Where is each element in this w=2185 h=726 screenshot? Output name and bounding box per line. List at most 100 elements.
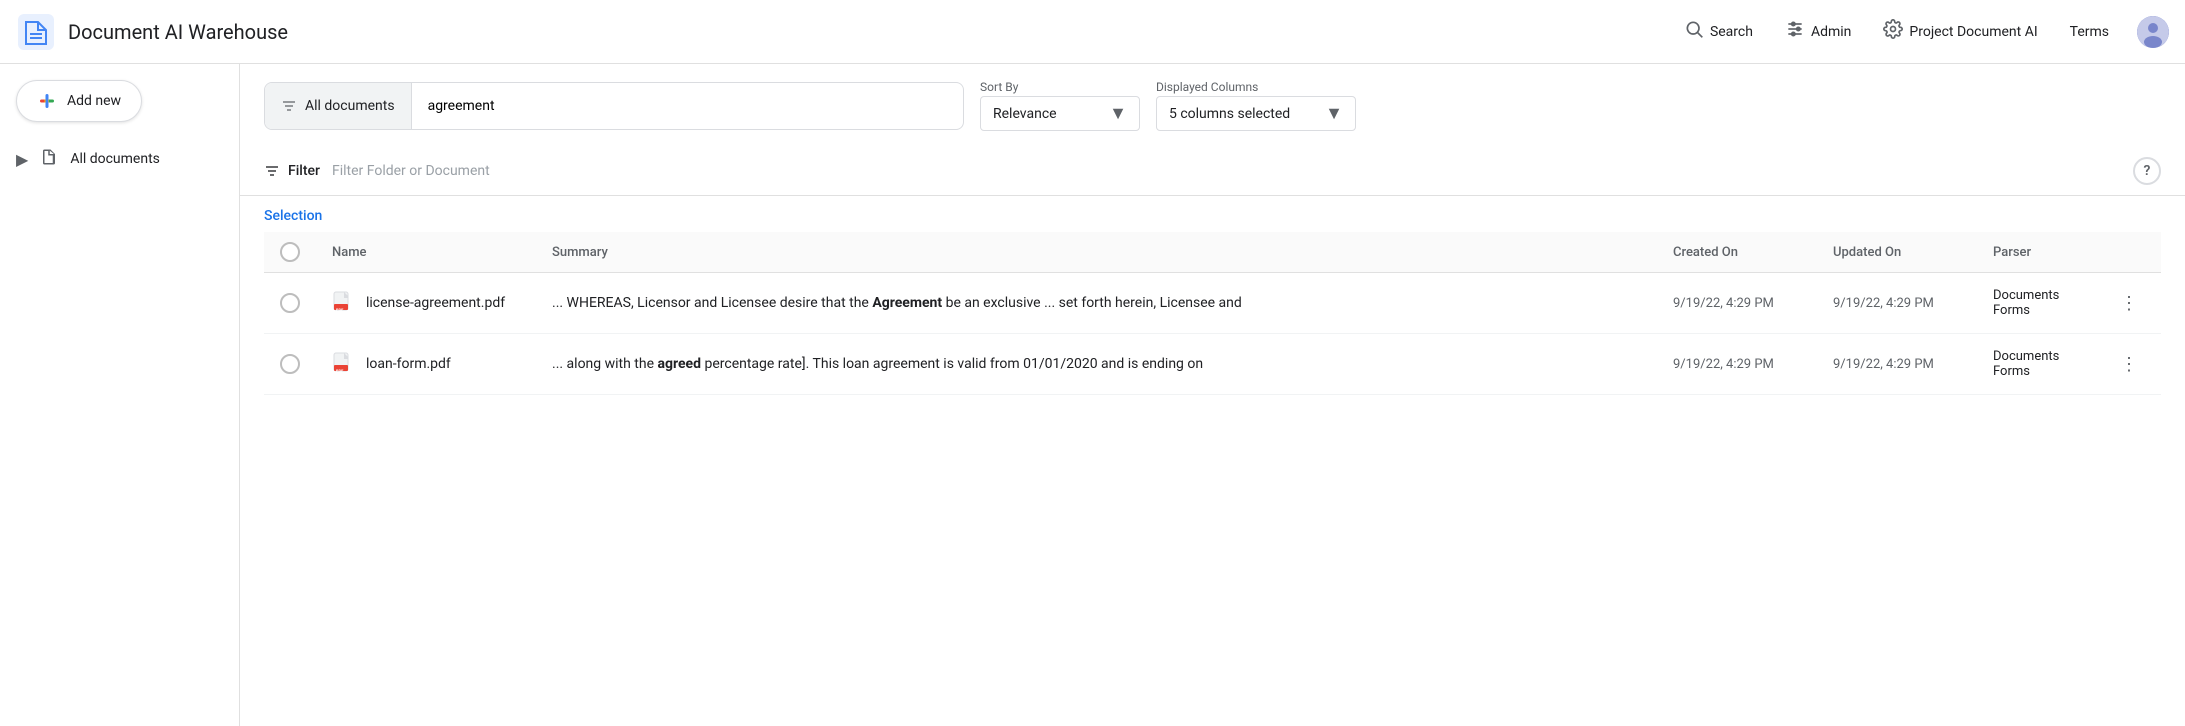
pdf-icon: PDF <box>332 352 356 376</box>
columns-select-value: 5 columns selected <box>1169 106 1317 122</box>
row2-summary-bold: agreed <box>658 356 702 372</box>
row2-updated-cell: 9/19/22, 4:29 PM <box>1817 334 1977 395</box>
main-content: All documents Sort By Relevance ▼ Displa… <box>240 64 2185 726</box>
row1-more-button[interactable]: ⋮ <box>2113 287 2145 319</box>
plus-icon <box>37 91 57 111</box>
chevron-right-icon: ▶ <box>16 150 28 169</box>
displayed-columns-select[interactable]: 5 columns selected ▼ <box>1156 96 1356 131</box>
search-nav-label: Search <box>1710 24 1753 40</box>
all-documents-filter-label: All documents <box>305 98 395 114</box>
project-nav-item[interactable]: Project Document AI <box>1871 11 2049 52</box>
displayed-columns-label: Displayed Columns <box>1156 80 1356 94</box>
table-row: PDF loan-form.pdf ... along with the agr… <box>264 334 2161 395</box>
sort-by-section: Sort By Relevance ▼ <box>980 80 1140 131</box>
displayed-columns-section: Displayed Columns 5 columns selected ▼ <box>1156 80 1356 131</box>
selection-link[interactable]: Selection <box>264 208 322 224</box>
row1-summary-prefix: ... WHEREAS, Licensor and Licensee desir… <box>552 295 872 311</box>
row1-created-cell: 9/19/22, 4:29 PM <box>1657 273 1817 334</box>
sort-by-dropdown-arrow-icon: ▼ <box>1109 103 1127 124</box>
row1-summary-cell: ... WHEREAS, Licensor and Licensee desir… <box>536 273 1657 334</box>
row2-checkbox[interactable] <box>280 354 300 374</box>
row2-actions-cell: ⋮ <box>2097 334 2161 395</box>
row1-parser-cell: Documents Forms <box>1977 273 2097 334</box>
filter-placeholder: Filter Folder or Document <box>332 163 490 179</box>
table-area: Selection Name Summary <box>240 196 2185 726</box>
header-nav: Search Admin Pro <box>1672 11 2169 52</box>
selection-row: Selection <box>264 196 2161 232</box>
gear-icon <box>1883 19 1903 44</box>
search-area: All documents Sort By Relevance ▼ Displa… <box>240 64 2185 147</box>
all-documents-label: All documents <box>70 151 160 167</box>
row1-parser-line2: Forms <box>1993 303 2081 318</box>
header-checkbox[interactable] <box>280 242 300 262</box>
search-nav-item[interactable]: Search <box>1672 11 1765 52</box>
document-icon <box>40 148 58 170</box>
app-logo-icon <box>16 12 56 52</box>
table-header-actions <box>2097 232 2161 273</box>
help-icon: ? <box>2144 163 2151 179</box>
row1-summary: ... WHEREAS, Licensor and Licensee desir… <box>552 295 1242 311</box>
admin-nav-label: Admin <box>1811 24 1851 40</box>
row1-parser: Documents Forms <box>1993 288 2081 318</box>
row2-created-on: 9/19/22, 4:29 PM <box>1673 357 1774 372</box>
row1-file-row: PDF license-agreement.pdf <box>332 291 520 315</box>
svg-text:PDF: PDF <box>336 307 344 312</box>
row1-checkbox-cell <box>264 273 316 334</box>
row2-more-button[interactable]: ⋮ <box>2113 348 2145 380</box>
row1-parser-line1: Documents <box>1993 288 2081 303</box>
help-button[interactable]: ? <box>2133 157 2161 185</box>
project-nav-label: Project Document AI <box>1909 24 2037 40</box>
row2-summary-prefix: ... along with the <box>552 356 658 372</box>
row1-updated-cell: 9/19/22, 4:29 PM <box>1817 273 1977 334</box>
row2-parser-line2: Forms <box>1993 364 2081 379</box>
terms-nav-item[interactable]: Terms <box>2058 16 2121 48</box>
row2-parser-cell: Documents Forms <box>1977 334 2097 395</box>
row2-file-name[interactable]: loan-form.pdf <box>366 356 451 372</box>
all-documents-filter-button[interactable]: All documents <box>265 83 412 129</box>
admin-nav-icon <box>1785 19 1805 44</box>
add-new-button[interactable]: Add new <box>16 80 142 122</box>
row2-checkbox-cell <box>264 334 316 395</box>
sort-by-label: Sort By <box>980 80 1140 94</box>
row1-created-on: 9/19/22, 4:29 PM <box>1673 296 1774 311</box>
filter-bar: Filter Filter Folder or Document ? <box>240 147 2185 196</box>
row2-parser-line1: Documents <box>1993 349 2081 364</box>
row1-actions-cell: ⋮ <box>2097 273 2161 334</box>
row1-file-name[interactable]: license-agreement.pdf <box>366 295 505 311</box>
filter-bar-label: Filter <box>288 163 320 179</box>
filter-bar-icon <box>264 163 280 179</box>
terms-nav-label: Terms <box>2070 24 2109 40</box>
main-layout: Add new ▶ All documents <box>0 64 2185 726</box>
col-updated-label: Updated On <box>1833 245 1901 260</box>
add-new-label: Add new <box>67 93 121 109</box>
avatar[interactable] <box>2137 16 2169 48</box>
columns-dropdown-arrow-icon: ▼ <box>1325 103 1343 124</box>
row1-checkbox[interactable] <box>280 293 300 313</box>
table-header-parser: Parser <box>1977 232 2097 273</box>
sidebar-item-all-documents[interactable]: ▶ All documents <box>0 138 239 180</box>
row2-file-row: PDF loan-form.pdf <box>332 352 520 376</box>
row1-summary-suffix: be an exclusive ... set forth herein, Li… <box>942 295 1242 311</box>
row2-summary: ... along with the agreed percentage rat… <box>552 356 1203 372</box>
table-header-checkbox <box>264 232 316 273</box>
app-title: Document AI Warehouse <box>68 20 288 44</box>
table-header-summary: Summary <box>536 232 1657 273</box>
sort-by-select[interactable]: Relevance ▼ <box>980 96 1140 131</box>
search-row: All documents Sort By Relevance ▼ Displa… <box>264 80 2161 131</box>
avatar-image <box>2137 16 2169 48</box>
table-header-updated-on: Updated On <box>1817 232 1977 273</box>
col-name-label: Name <box>332 245 367 260</box>
search-input[interactable] <box>412 98 963 114</box>
search-nav-icon <box>1684 19 1704 44</box>
table-body: PDF license-agreement.pdf ... WHEREAS, L… <box>264 273 2161 395</box>
admin-nav-item[interactable]: Admin <box>1773 11 1863 52</box>
sidebar: Add new ▶ All documents <box>0 64 240 726</box>
table-row: PDF license-agreement.pdf ... WHEREAS, L… <box>264 273 2161 334</box>
row2-name-cell: PDF loan-form.pdf <box>316 334 536 395</box>
header: Document AI Warehouse Search <box>0 0 2185 64</box>
filter-icon <box>281 98 297 114</box>
logo-area: Document AI Warehouse <box>16 12 288 52</box>
row1-summary-bold: Agreement <box>872 295 942 311</box>
table-header: Name Summary Created On Updated On Parse <box>264 232 2161 273</box>
document-table: Name Summary Created On Updated On Parse <box>264 232 2161 395</box>
